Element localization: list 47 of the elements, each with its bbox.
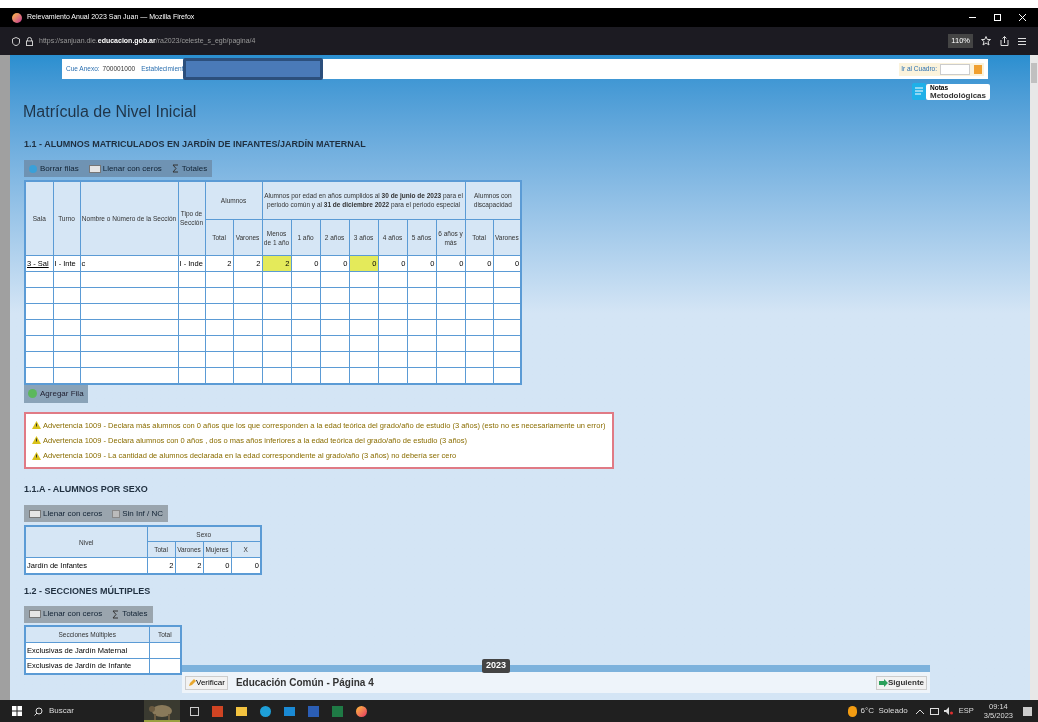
windows-logo-icon[interactable] (12, 706, 22, 716)
shield-icon (12, 36, 20, 46)
sigma-icon (112, 609, 120, 619)
zeros-icon (29, 610, 41, 619)
checkbox-label[interactable]: Sin Inf / NC (112, 507, 164, 520)
weather-text: 6°C Soleado (860, 705, 908, 717)
warning-icon (32, 436, 41, 445)
browser-logo-icon (12, 12, 22, 23)
speaker-icon[interactable] (943, 707, 953, 715)
section-heading: 1.2 - SECCIONES MÚLTIPLES (24, 584, 152, 598)
firefox-icon[interactable] (356, 705, 367, 717)
warning-icon (32, 451, 41, 460)
chevron-up-icon[interactable] (915, 708, 924, 714)
toolbar-button[interactable]: Totales (171, 162, 208, 175)
footer-title: Educación Común - Página 4 (235, 676, 374, 690)
section-heading: 1.1.A - ALUMNOS POR SEXO (24, 483, 149, 497)
toolbar-button[interactable]: Totales (112, 608, 148, 621)
page-title: Matrícula de Nivel Inicial (23, 102, 198, 122)
verify-button[interactable]: Verificar (185, 675, 228, 690)
maximize-icon[interactable] (994, 14, 1001, 21)
eraser-icon (29, 164, 37, 173)
sun-icon (847, 705, 857, 717)
pencil-icon (188, 678, 196, 687)
star-icon[interactable] (981, 36, 991, 46)
lock-icon (26, 36, 33, 46)
notes-title: Metodológicas (930, 91, 986, 100)
plus-icon (28, 389, 37, 398)
toolbar-button[interactable]: Borrar filas (29, 162, 79, 175)
year-badge: 2023 (482, 659, 511, 673)
toolbar-button[interactable]: Llenar con ceros (29, 507, 103, 520)
toolbar-button[interactable]: Llenar con ceros (88, 162, 162, 175)
next-arrow-icon (879, 678, 888, 687)
zeros-icon (88, 164, 101, 173)
checkbox[interactable] (112, 509, 121, 518)
sigma-icon (171, 164, 179, 173)
section-heading: 1.1 - ALUMNOS MATRICULADOS EN JARDÍN DE INFANTES/JARDÍN MATERNAL (24, 138, 367, 151)
menu-icon[interactable] (1018, 37, 1026, 45)
search-icon (34, 706, 43, 716)
warning-icon (32, 421, 41, 430)
close-icon[interactable] (1019, 14, 1026, 21)
share-icon[interactable] (1000, 36, 1009, 46)
goto-field[interactable] (940, 63, 970, 75)
taskbar-search-field[interactable]: Buscar (34, 705, 144, 717)
toolbar-button[interactable]: Llenar con ceros (29, 608, 103, 621)
next-button[interactable]: Siguiente (876, 675, 927, 690)
zeros-icon (29, 509, 41, 518)
note-icon (912, 83, 926, 100)
